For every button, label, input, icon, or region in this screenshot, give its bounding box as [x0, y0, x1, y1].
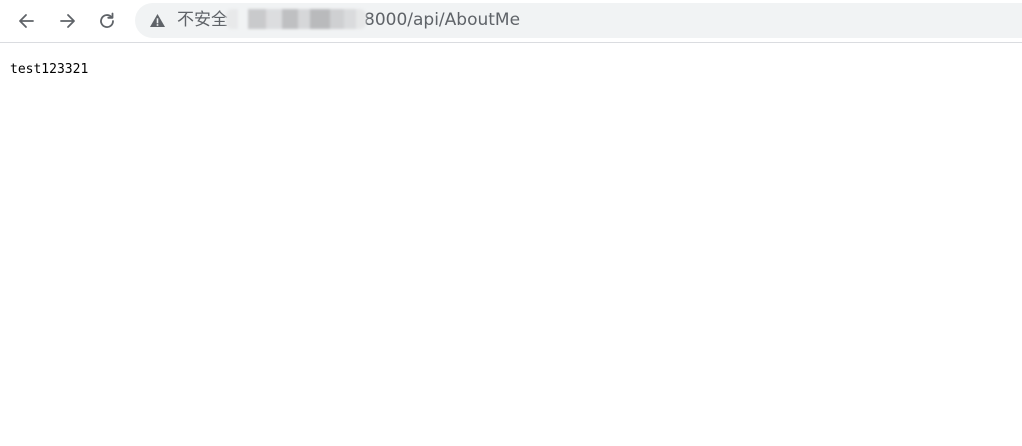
address-bar[interactable]: 不安全 8000/api/AboutMe — [135, 3, 1022, 38]
page-body-text: test123321 — [10, 62, 89, 77]
forward-button[interactable] — [51, 5, 83, 37]
browser-toolbar: 不安全 8000/api/AboutMe — [0, 0, 1022, 43]
address-text[interactable]: 不安全 8000/api/AboutMe — [177, 3, 520, 38]
warning-triangle-icon[interactable] — [149, 12, 166, 29]
security-label: 不安全 — [177, 10, 228, 30]
back-button[interactable] — [11, 5, 43, 37]
url-path: 8000/api/AboutMe — [364, 10, 521, 30]
back-arrow-icon — [19, 14, 34, 28]
reload-icon — [100, 12, 114, 28]
forward-arrow-icon — [60, 14, 75, 28]
redacted-host — [226, 8, 366, 29]
reload-button[interactable] — [91, 5, 123, 37]
